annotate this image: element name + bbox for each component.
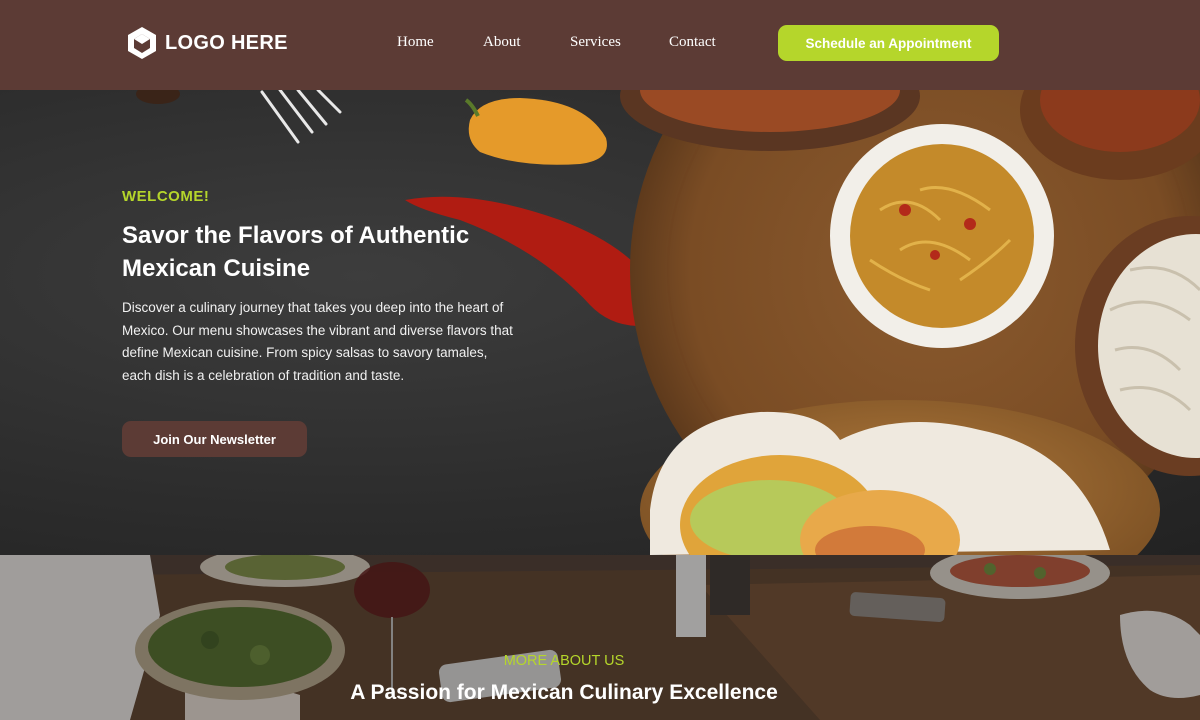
site-header: LOGO HERE Home About Services Contact Sc… [0,0,1200,90]
hero-description: Discover a culinary journey that takes y… [122,300,513,383]
nav-about[interactable]: About [483,34,521,51]
about-eyebrow: MORE ABOUT US [503,653,625,669]
hero-eyebrow: WELCOME! [122,188,210,205]
nav-services[interactable]: Services [570,34,621,51]
hero-content: WELCOME! Savor the Flavors of Authentic … [122,188,522,387]
join-newsletter-button[interactable]: Join Our Newsletter [122,421,307,457]
main-nav: Home About Services Contact [0,34,1200,54]
about-section: MORE ABOUT US A Passion for Mexican Culi… [0,555,1200,720]
about-title: A Passion for Mexican Culinary Excellenc… [350,681,778,704]
schedule-appointment-button[interactable]: Schedule an Appointment [778,25,999,61]
hero-section: WELCOME! Savor the Flavors of Authentic … [0,90,1200,555]
nav-home[interactable]: Home [397,34,434,51]
nav-contact[interactable]: Contact [669,34,716,51]
hero-title: Savor the Flavors of Authentic Mexican C… [122,222,470,282]
